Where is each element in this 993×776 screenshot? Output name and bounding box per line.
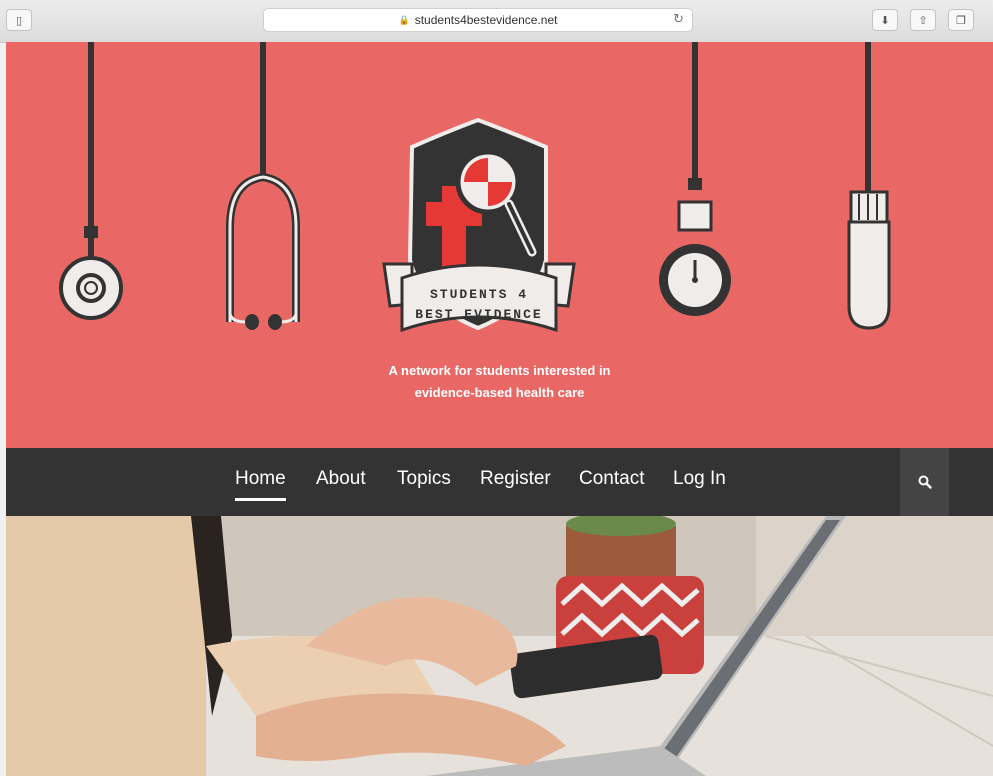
logo-text-line1: STUDENTS 4 [430,287,528,302]
nav-register[interactable]: Register [480,468,551,490]
nav-about[interactable]: About [316,468,366,490]
reload-icon[interactable]: ↻ [673,12,684,27]
address-bar[interactable]: 🔒 students4bestevidence.net ↻ [263,8,693,32]
stethoscope-bell-icon [59,42,123,320]
tagline: A network for students interested in evi… [6,360,993,404]
search-button[interactable] [900,448,949,516]
stethoscope-icon [226,42,300,330]
lock-icon: 🔒 [398,14,410,25]
main-nav: Home About Topics Register Contact Log I… [6,448,993,516]
stopwatch-icon [659,42,731,316]
typing-on-laptop-image [6,516,993,776]
logo-text-line2: BEST EVIDENCE [415,307,542,322]
tagline-line2: evidence-based health care [414,385,585,400]
nav-home[interactable]: Home [235,468,286,501]
downloads-icon[interactable]: ⬇ [872,9,898,31]
browser-toolbar: ▯ 🔒 students4bestevidence.net ↻ ⬇ ⇧ ❐ [0,0,993,43]
nav-login[interactable]: Log In [673,468,726,490]
nav-topics[interactable]: Topics [397,468,451,490]
logo-banner: STUDENTS 4 BEST EVIDENCE [382,262,576,333]
vial-icon [847,42,891,330]
url-text: students4bestevidence.net [414,13,558,27]
tagline-line1: A network for students interested in [388,363,611,378]
sidebar-icon[interactable]: ▯ [6,9,32,31]
hero-photo [6,516,993,776]
hero-banner: STUDENTS 4 BEST EVIDENCE A network for s… [6,42,993,448]
search-icon [918,475,932,489]
nav-contact[interactable]: Contact [579,468,644,490]
share-icon[interactable]: ⇧ [910,9,936,31]
tabs-icon[interactable]: ❐ [948,9,974,31]
